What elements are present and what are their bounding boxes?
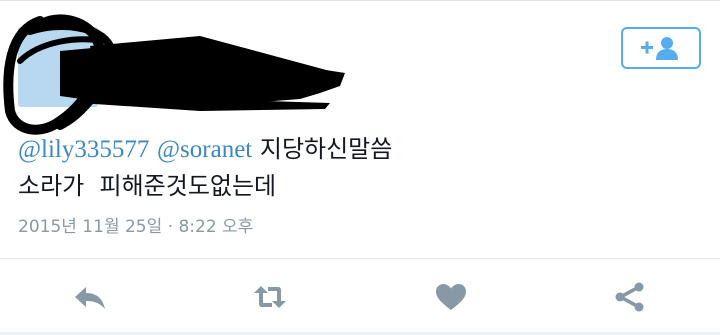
mention-link[interactable]: @lily335577 xyxy=(18,136,149,163)
share-button[interactable] xyxy=(608,277,652,317)
like-button[interactable] xyxy=(429,277,473,317)
heart-icon xyxy=(436,284,466,310)
tweet-line-2: 소라가 피해준것도없는데 xyxy=(18,172,277,200)
retweet-icon xyxy=(254,286,286,308)
tweet-text: @lily335577 @soranet 지당하신말씀 소라가 피해준것도없는데 xyxy=(18,131,708,204)
reply-button[interactable] xyxy=(68,277,112,317)
reply-icon xyxy=(75,287,105,309)
retweet-button[interactable] xyxy=(248,277,292,317)
action-bar xyxy=(0,259,720,335)
tweet-line-1: @lily335577 @soranet 지당하신말씀 xyxy=(18,131,708,168)
add-user-icon xyxy=(641,37,678,60)
share-icon xyxy=(615,282,644,312)
tweet-card: @lily335577 @soranet 지당하신말씀 소라가 피해준것도없는데… xyxy=(0,0,720,335)
timestamp[interactable]: 2015년 11월 25일 · 8:22 오후 xyxy=(18,212,253,237)
tweet-text-fragment: 지당하신말씀 xyxy=(252,135,393,163)
mention-link[interactable]: @soranet xyxy=(157,136,252,163)
follow-button[interactable] xyxy=(621,27,701,69)
redaction-scribble xyxy=(3,14,345,135)
